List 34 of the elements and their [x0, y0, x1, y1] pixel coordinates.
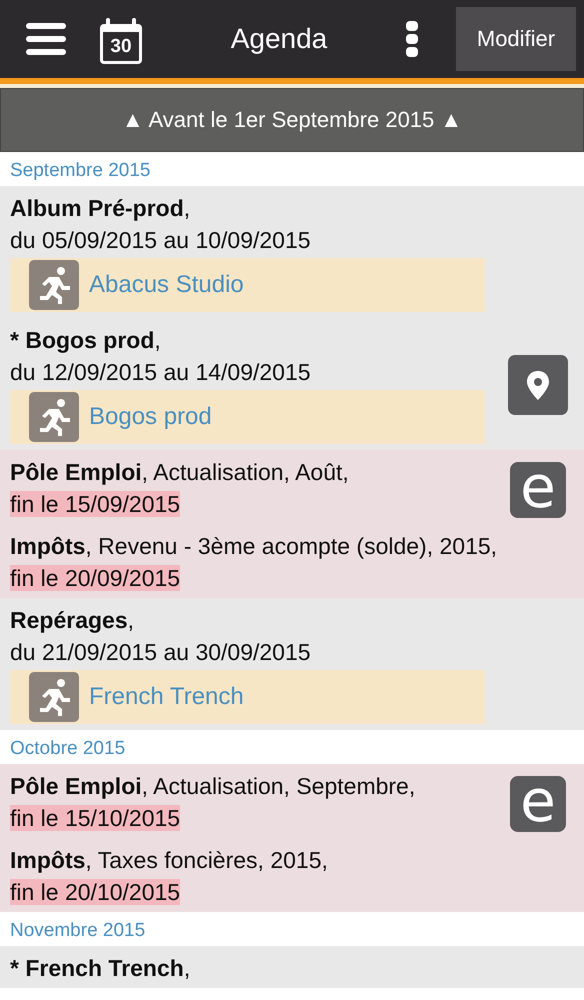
- event-title: Pôle Emploi, Actualisation, Septembre,: [10, 772, 416, 801]
- event-title: Pôle Emploi, Actualisation, Août,: [10, 458, 350, 487]
- earlier-events-button[interactable]: ▲ Avant le 1er Septembre 2015 ▲: [0, 88, 584, 152]
- app-title: Agenda: [230, 23, 328, 55]
- running-figure-icon: [29, 672, 79, 722]
- overflow-menu-icon[interactable]: [406, 21, 418, 57]
- event-item[interactable]: Repérages, du 21/09/2015 au 30/09/2015 French Trench: [0, 598, 584, 730]
- event-title: * Bogos prod,: [10, 326, 162, 355]
- running-figure-icon: [29, 392, 79, 442]
- event-item[interactable]: Pôle Emploi, Actualisation, Septembre, fin le 15/10/2015 e: [0, 764, 584, 838]
- map-pin-icon[interactable]: [508, 355, 568, 415]
- date-range: du 05/09/2015 au 10/09/2015: [10, 227, 311, 253]
- event-item[interactable]: Impôts, Revenu - 3ème acompte (solde), 2015, fin le 20/09/2015: [0, 524, 584, 598]
- event-title: Impôts, Taxes foncières, 2015,: [10, 846, 329, 875]
- date-range: du 21/09/2015 au 30/09/2015: [10, 639, 311, 665]
- running-figure-icon: [29, 260, 79, 310]
- event-item[interactable]: Album Pré-prod, du 05/09/2015 au 10/09/2015 Abacus Studio: [0, 186, 584, 318]
- menu-icon[interactable]: [26, 22, 66, 56]
- event-title: Repérages,: [10, 606, 136, 635]
- logo-icon[interactable]: e: [510, 776, 566, 832]
- event-item[interactable]: * French Trench,: [0, 946, 584, 988]
- event-item[interactable]: Pôle Emploi, Actualisation, Août, fin le 15/09/2015 e: [0, 450, 584, 524]
- due-date: fin le 20/10/2015: [10, 879, 180, 905]
- edit-button[interactable]: Modifier: [456, 7, 576, 71]
- due-date: fin le 15/09/2015: [10, 491, 180, 517]
- date-range: du 12/09/2015 au 14/09/2015: [10, 359, 311, 385]
- event-item[interactable]: Impôts, Taxes foncières, 2015, fin le 20/10/2015: [0, 838, 584, 912]
- logo-icon[interactable]: e: [510, 462, 566, 518]
- event-title: Album Pré-prod,: [10, 194, 192, 223]
- event-title: Impôts, Revenu - 3ème acompte (solde), 2015,: [10, 532, 498, 561]
- event-item[interactable]: * Bogos prod, du 12/09/2015 au 14/09/2015 Bogos prod: [0, 318, 584, 450]
- event-title: * French Trench,: [10, 954, 192, 983]
- due-date: fin le 20/09/2015: [10, 565, 180, 591]
- due-date: fin le 15/10/2015: [10, 805, 180, 831]
